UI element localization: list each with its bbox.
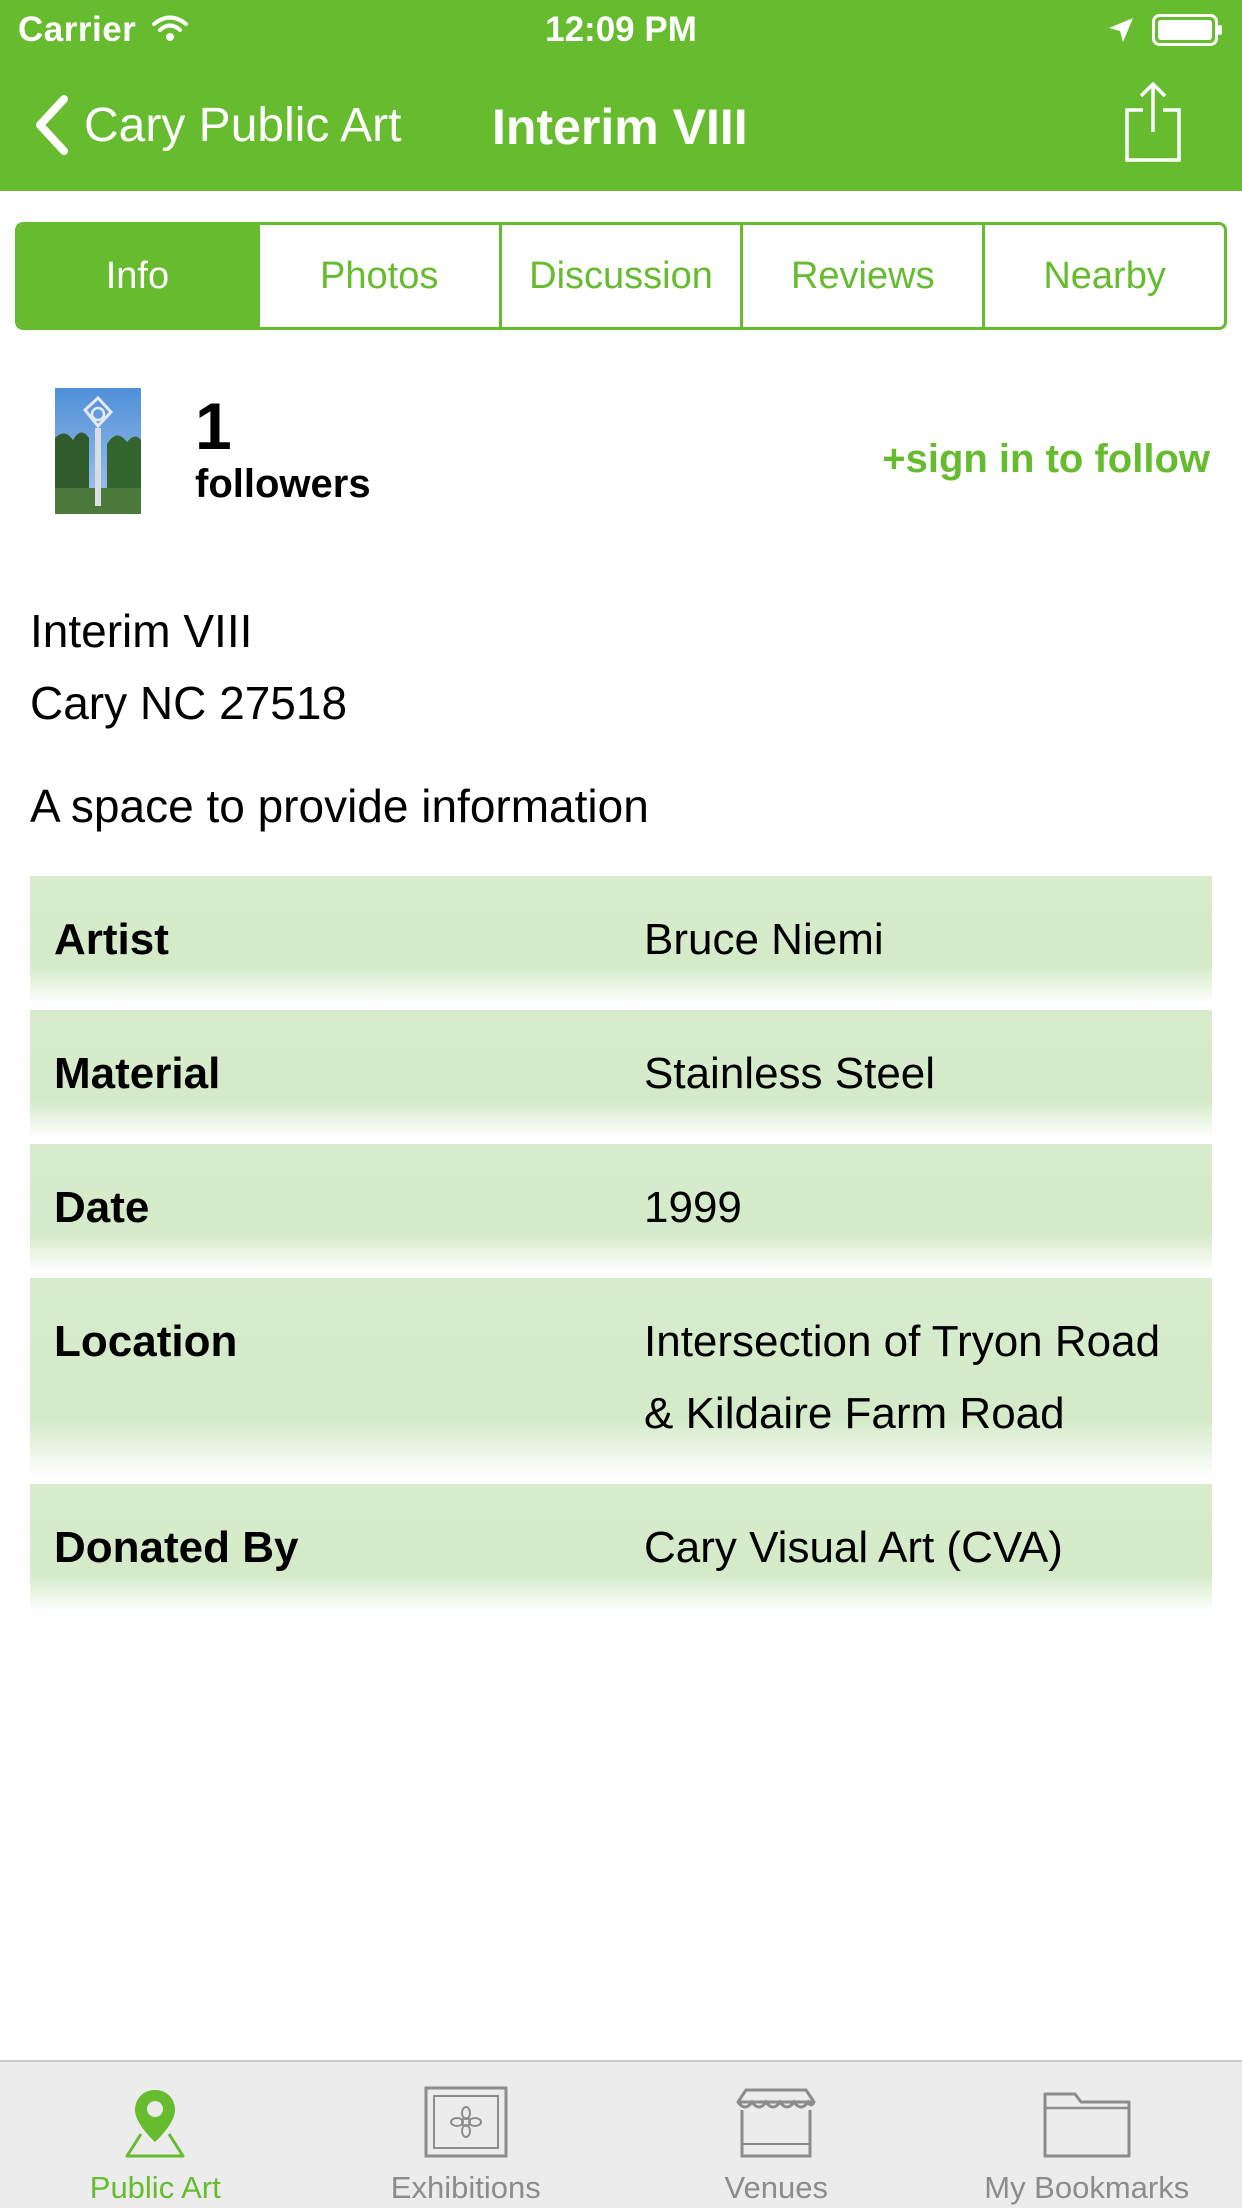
sign-in-to-follow-link[interactable]: +sign in to follow xyxy=(882,437,1210,482)
tab-reviews[interactable]: Reviews xyxy=(740,225,982,327)
artwork-thumbnail[interactable] xyxy=(55,388,141,514)
back-label: Cary Public Art xyxy=(84,98,402,152)
tab-label: My Bookmarks xyxy=(984,2170,1190,2205)
info-table: Artist Bruce Niemi Material Stainless St… xyxy=(30,876,1212,1618)
info-row-date: Date 1999 xyxy=(30,1144,1212,1272)
status-time: 12:09 PM xyxy=(545,10,697,49)
info-key: Donated By xyxy=(54,1523,299,1572)
artwork-city: Cary NC 27518 xyxy=(30,677,348,729)
bottom-tab-bar: Public Art Exhibitions Venues My Bookmar… xyxy=(0,2060,1242,2208)
tab-label: Exhibitions xyxy=(390,2170,541,2205)
map-pin-icon xyxy=(125,2090,185,2158)
segmented-tabs: Info Photos Discussion Reviews Nearby xyxy=(15,222,1227,330)
info-key: Date xyxy=(54,1183,150,1232)
page-title: Interim VIII xyxy=(492,99,748,155)
tab-label: Venues xyxy=(724,2170,828,2205)
framed-art-icon xyxy=(424,2086,508,2158)
tab-exhibitions[interactable]: Exhibitions xyxy=(311,2062,622,2208)
location-arrow-icon xyxy=(1109,18,1133,42)
tab-nearby[interactable]: Nearby xyxy=(982,225,1224,327)
info-value: Stainless Steel xyxy=(644,1049,936,1098)
info-value: Cary Visual Art (CVA) xyxy=(644,1523,1063,1572)
artwork-name: Interim VIII xyxy=(30,605,253,657)
artwork-description: A space to provide information xyxy=(30,780,649,832)
tab-venues[interactable]: Venues xyxy=(621,2062,932,2208)
info-key: Material xyxy=(54,1049,221,1098)
follower-count: 1 xyxy=(195,389,232,463)
tab-discussion[interactable]: Discussion xyxy=(498,225,741,327)
info-value: 1999 xyxy=(644,1183,742,1232)
info-key: Location xyxy=(54,1317,238,1366)
info-row-material: Material Stainless Steel xyxy=(30,1010,1212,1138)
info-row-artist: Artist Bruce Niemi xyxy=(30,876,1212,1004)
info-value: Intersection of Tryon Road & Kildaire Fa… xyxy=(644,1317,1161,1438)
followers-label: followers xyxy=(195,462,371,506)
tab-public-art[interactable]: Public Art xyxy=(0,2062,311,2208)
back-button[interactable]: Cary Public Art xyxy=(30,88,401,162)
info-value: Bruce Niemi xyxy=(644,915,884,964)
tab-photos[interactable]: Photos xyxy=(256,225,499,327)
info-row-donated-by: Donated By Cary Visual Art (CVA) xyxy=(30,1484,1212,1612)
info-row-location: Location Intersection of Tryon Road & Ki… xyxy=(30,1278,1212,1478)
top-bar: Carrier 12:09 PM Cary Public Art Interim… xyxy=(0,0,1242,191)
chevron-left-icon xyxy=(36,95,68,155)
navigation-bar: Cary Public Art Interim VIII xyxy=(0,60,1242,191)
battery-icon xyxy=(1152,14,1222,46)
folder-icon xyxy=(1043,2092,1131,2158)
tab-label: Public Art xyxy=(89,2170,221,2205)
tab-my-bookmarks[interactable]: My Bookmarks xyxy=(932,2062,1242,2208)
storefront-icon xyxy=(736,2088,816,2158)
info-key: Artist xyxy=(54,915,169,964)
status-bar: Carrier 12:09 PM xyxy=(0,0,1242,60)
tab-info[interactable]: Info xyxy=(18,225,257,327)
share-icon[interactable] xyxy=(1123,80,1183,164)
